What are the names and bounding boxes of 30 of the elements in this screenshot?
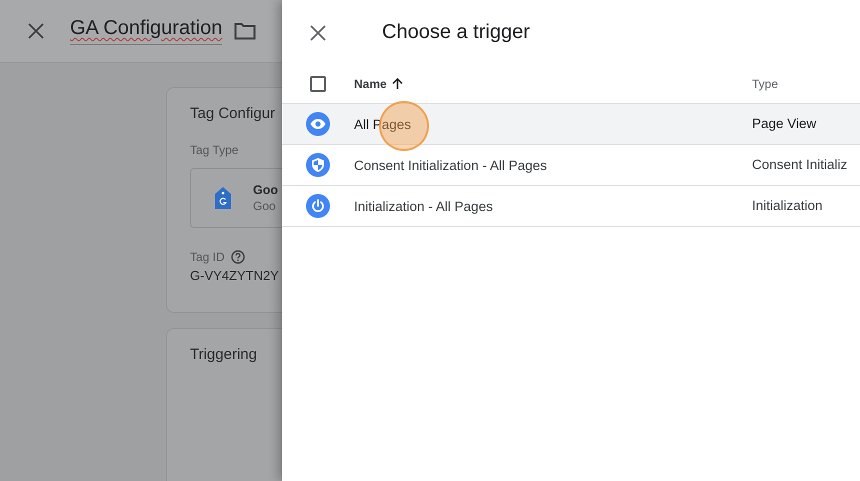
trigger-name: All Pages [354, 116, 412, 132]
help-icon[interactable] [230, 250, 245, 264]
trigger-type: Initialization [752, 198, 823, 213]
trigger-type: Consent Initializ [752, 157, 848, 172]
trigger-row[interactable]: Initialization - All Pages Initialization [282, 186, 860, 227]
tag-id-value: G-VY4ZYTN2Y [190, 268, 280, 283]
column-header[interactable]: Name [354, 77, 387, 91]
shield-icon [306, 153, 330, 177]
trigger-row[interactable]: Consent Initialization - All Pages Consent Initializ [282, 145, 860, 186]
tag-type-name: Goo [253, 183, 278, 197]
column-header[interactable]: Type [752, 77, 778, 91]
trigger-type: Page View [752, 116, 816, 131]
eye-icon [306, 112, 330, 136]
power-icon [306, 194, 330, 218]
trigger-row[interactable]: All Pages Page View [282, 104, 860, 145]
folder-icon[interactable] [234, 22, 256, 40]
close-icon[interactable] [27, 22, 45, 40]
trigger-name: Consent Initialization - All Pages [354, 158, 547, 172]
field-label: Tag Type [190, 143, 240, 157]
tag-type-selector[interactable]: Goo Goo [190, 168, 282, 228]
field-label: Tag ID [190, 250, 225, 264]
tag-type-subtitle: Goo [253, 199, 277, 213]
tag-icon [215, 187, 231, 209]
panel-title: Choose a trigger [382, 21, 530, 44]
select-all-checkbox[interactable] [310, 76, 326, 92]
card-heading: Tag Configur [190, 105, 276, 122]
close-icon[interactable] [310, 24, 326, 40]
card-heading: Triggering [190, 346, 258, 363]
trigger-name: Initialization - All Pages [354, 198, 493, 214]
sort-up-icon[interactable] [392, 78, 403, 90]
